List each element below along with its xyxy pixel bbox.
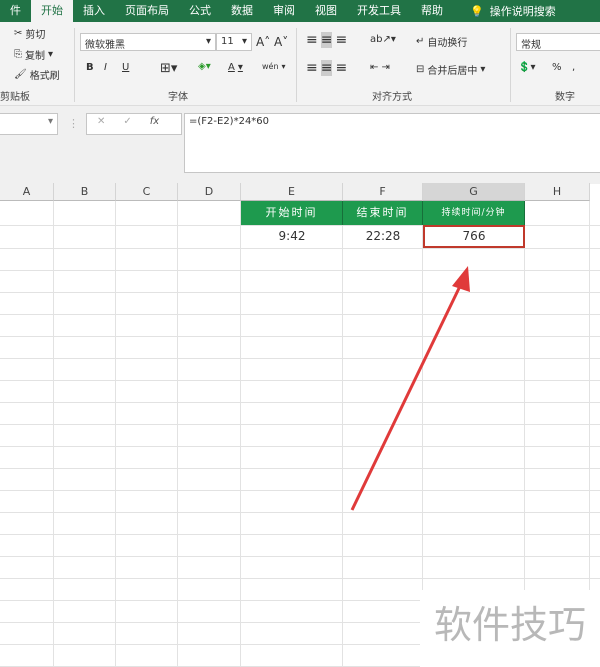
watermark: 软件技巧 bbox=[420, 590, 600, 667]
red-arrow-annotation bbox=[350, 266, 470, 511]
